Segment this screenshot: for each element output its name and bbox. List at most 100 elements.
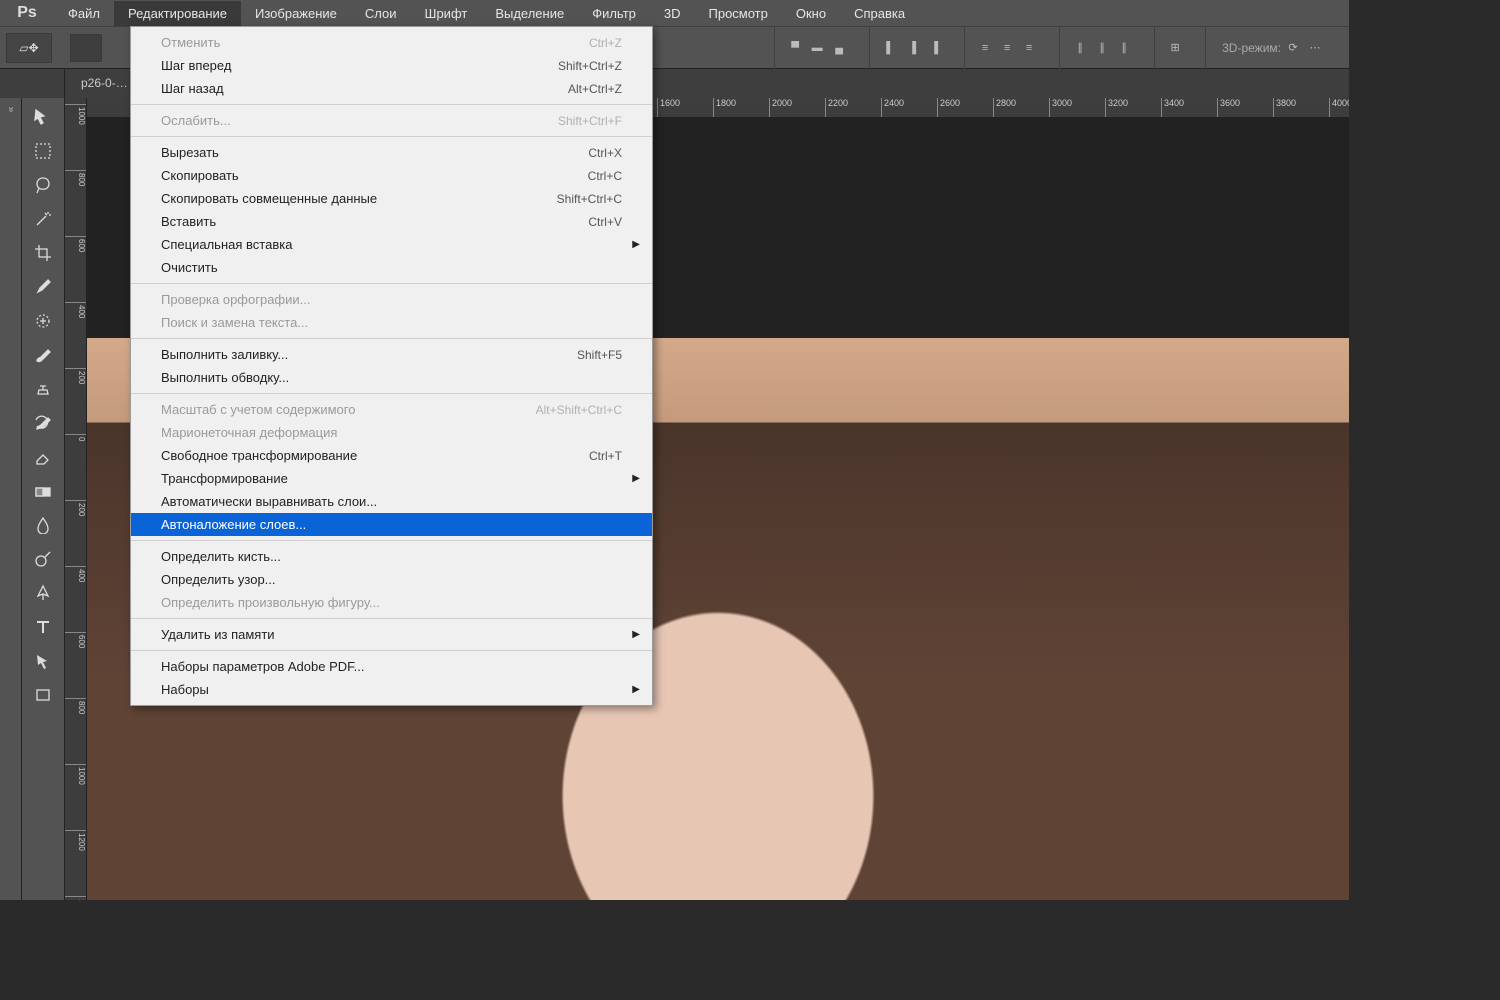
menu-файл[interactable]: Файл — [54, 1, 114, 26]
edit-menu-dropdown: ОтменитьCtrl+ZШаг впередShift+Ctrl+ZШаг … — [130, 26, 653, 706]
ruler-tick: 600 — [65, 632, 86, 666]
menu-item-очистить[interactable]: Очистить — [131, 256, 652, 279]
ruler-tick: 3400 — [1161, 98, 1184, 117]
menu-item-ослабить-: Ослабить...Shift+Ctrl+F — [131, 109, 652, 132]
menu-item-вставить[interactable]: ВставитьCtrl+V — [131, 210, 652, 233]
collapsed-panel-strip[interactable]: » — [0, 98, 22, 900]
menu-редактирование[interactable]: Редактирование — [114, 1, 241, 26]
ruler-tick: 3000 — [1049, 98, 1072, 117]
menu-item-определить-узор-[interactable]: Определить узор... — [131, 568, 652, 591]
ruler-tick: 1000 — [65, 764, 86, 798]
lasso-tool[interactable] — [22, 168, 64, 202]
align-top-icon[interactable]: ▀ — [785, 38, 805, 58]
menu-item-label: Скопировать совмещенные данные — [161, 191, 377, 206]
mode-3d-more-icon[interactable]: ⋯ — [1305, 38, 1325, 58]
brush-tool[interactable] — [22, 338, 64, 372]
path-selection-tool[interactable] — [22, 644, 64, 678]
menu-окно[interactable]: Окно — [782, 1, 840, 26]
menu-item-вырезать[interactable]: ВырезатьCtrl+X — [131, 141, 652, 164]
pen-tool[interactable] — [22, 576, 64, 610]
menu-item-шаг-вперед[interactable]: Шаг впередShift+Ctrl+Z — [131, 54, 652, 77]
eyedropper-tool[interactable] — [22, 270, 64, 304]
align-bottom-icon[interactable]: ▄ — [829, 38, 849, 58]
ruler-tick: 800 — [65, 170, 86, 204]
history-brush-tool[interactable] — [22, 406, 64, 440]
menu-item-label: Наборы параметров Adobe PDF... — [161, 659, 364, 674]
menu-фильтр[interactable]: Фильтр — [578, 1, 650, 26]
distribute-hcenter-icon[interactable]: ∥ — [1092, 38, 1112, 58]
ruler-tick: 3600 — [1217, 98, 1240, 117]
distribute-vcenter-icon[interactable]: ≡ — [997, 38, 1017, 58]
distribute-left-icon[interactable]: ∥ — [1070, 38, 1090, 58]
magic-wand-tool[interactable] — [22, 202, 64, 236]
distribute-top-icon[interactable]: ≡ — [975, 38, 995, 58]
menu-item-специальная-вставка[interactable]: Специальная вставка▶ — [131, 233, 652, 256]
ruler-tick: 4000 — [1329, 98, 1349, 117]
menu-слои[interactable]: Слои — [351, 1, 411, 26]
menu-item-проверка-орфографии-: Проверка орфографии... — [131, 288, 652, 311]
menu-item-скопировать[interactable]: СкопироватьCtrl+C — [131, 164, 652, 187]
menu-item-скопировать-совмещенные-данные[interactable]: Скопировать совмещенные данные Shift+Ctrl… — [131, 187, 652, 210]
menu-item-наборы-параметров-adobe-pdf-[interactable]: Наборы параметров Adobe PDF... — [131, 655, 652, 678]
doc-preset-well[interactable] — [70, 34, 102, 62]
ruler-tick: 1400 — [65, 896, 86, 900]
align-right-icon[interactable]: ▐ — [924, 38, 944, 58]
rectangle-tool[interactable] — [22, 678, 64, 712]
blur-tool[interactable] — [22, 508, 64, 542]
submenu-arrow-icon: ▶ — [632, 629, 640, 640]
menu-item-shortcut: Shift+Ctrl+F — [558, 114, 622, 128]
menu-выделение[interactable]: Выделение — [481, 1, 578, 26]
menu-изображение[interactable]: Изображение — [241, 1, 351, 26]
ruler-tick: 400 — [65, 566, 86, 600]
menu-item-отменить: ОтменитьCtrl+Z — [131, 31, 652, 54]
menu-item-shortcut: Alt+Shift+Ctrl+C — [536, 403, 622, 417]
menu-item-определить-кисть-[interactable]: Определить кисть... — [131, 545, 652, 568]
menu-справка[interactable]: Справка — [840, 1, 919, 26]
distribute-right-icon[interactable]: ∥ — [1114, 38, 1134, 58]
distribute-bottom-icon[interactable]: ≡ — [1019, 38, 1039, 58]
menu-item-наборы[interactable]: Наборы▶ — [131, 678, 652, 701]
eraser-tool[interactable] — [22, 440, 64, 474]
move-tool[interactable] — [22, 100, 64, 134]
align-left-icon[interactable]: ▌ — [880, 38, 900, 58]
menu-item-label: Поиск и замена текста... — [161, 315, 308, 330]
menu-item-shortcut: Ctrl+T — [589, 449, 622, 463]
crop-tool[interactable] — [22, 236, 64, 270]
menu-item-автоналожение-слоев-[interactable]: Автоналожение слоев... — [131, 513, 652, 536]
healing-brush-tool[interactable] — [22, 304, 64, 338]
menu-item-shortcut: Shift+Ctrl+C — [557, 192, 622, 206]
toolbox — [22, 98, 65, 900]
menu-item-shortcut: Ctrl+X — [588, 146, 622, 160]
clone-stamp-tool[interactable] — [22, 372, 64, 406]
dodge-tool[interactable] — [22, 542, 64, 576]
menu-item-шаг-назад[interactable]: Шаг назадAlt+Ctrl+Z — [131, 77, 652, 100]
ruler-tick: 800 — [65, 698, 86, 732]
auto-align-icon[interactable]: ⊞ — [1165, 38, 1185, 58]
menu-item-марионеточная-деформация: Марионеточная деформация — [131, 421, 652, 444]
marquee-tool[interactable] — [22, 134, 64, 168]
type-tool[interactable] — [22, 610, 64, 644]
menu-item-автоматически-выравнивать-слои-[interactable]: Автоматически выравнивать слои... — [131, 490, 652, 513]
menu-item-shortcut: Ctrl+V — [588, 215, 622, 229]
menu-item-трансформирование[interactable]: Трансформирование▶ — [131, 467, 652, 490]
current-tool-indicator[interactable]: ▱✥ — [6, 33, 52, 63]
menu-item-удалить-из-памяти[interactable]: Удалить из памяти▶ — [131, 623, 652, 646]
menu-item-выполнить-обводку-[interactable]: Выполнить обводку... — [131, 366, 652, 389]
menu-item-label: Выполнить заливку... — [161, 347, 288, 362]
menu-item-label: Масштаб с учетом содержимого — [161, 402, 355, 417]
menu-item-масштаб-с-учетом-содержимого: Масштаб с учетом содержимого Alt+Shift+Ct… — [131, 398, 652, 421]
gradient-tool[interactable] — [22, 474, 64, 508]
menu-item-поиск-и-замена-текста-: Поиск и замена текста... — [131, 311, 652, 334]
mode-3d-label: 3D-режим: — [1222, 41, 1281, 55]
menu-шрифт[interactable]: Шрифт — [411, 1, 482, 26]
menu-item-выполнить-заливку-[interactable]: Выполнить заливку...Shift+F5 — [131, 343, 652, 366]
menu-3d[interactable]: 3D — [650, 1, 695, 26]
mode-3d-orbit-icon[interactable]: ⟳ — [1283, 38, 1303, 58]
ruler-tick: 3800 — [1273, 98, 1296, 117]
align-hcenter-icon[interactable]: ▐ — [902, 38, 922, 58]
menu-bar: Ps ФайлРедактированиеИзображениеСлоиШриф… — [0, 0, 1349, 26]
menu-item-свободное-трансформирование[interactable]: Свободное трансформированиеCtrl+T — [131, 444, 652, 467]
menu-item-shortcut: Ctrl+Z — [589, 36, 622, 50]
menu-просмотр[interactable]: Просмотр — [695, 1, 782, 26]
align-vcenter-icon[interactable]: ▬ — [807, 38, 827, 58]
